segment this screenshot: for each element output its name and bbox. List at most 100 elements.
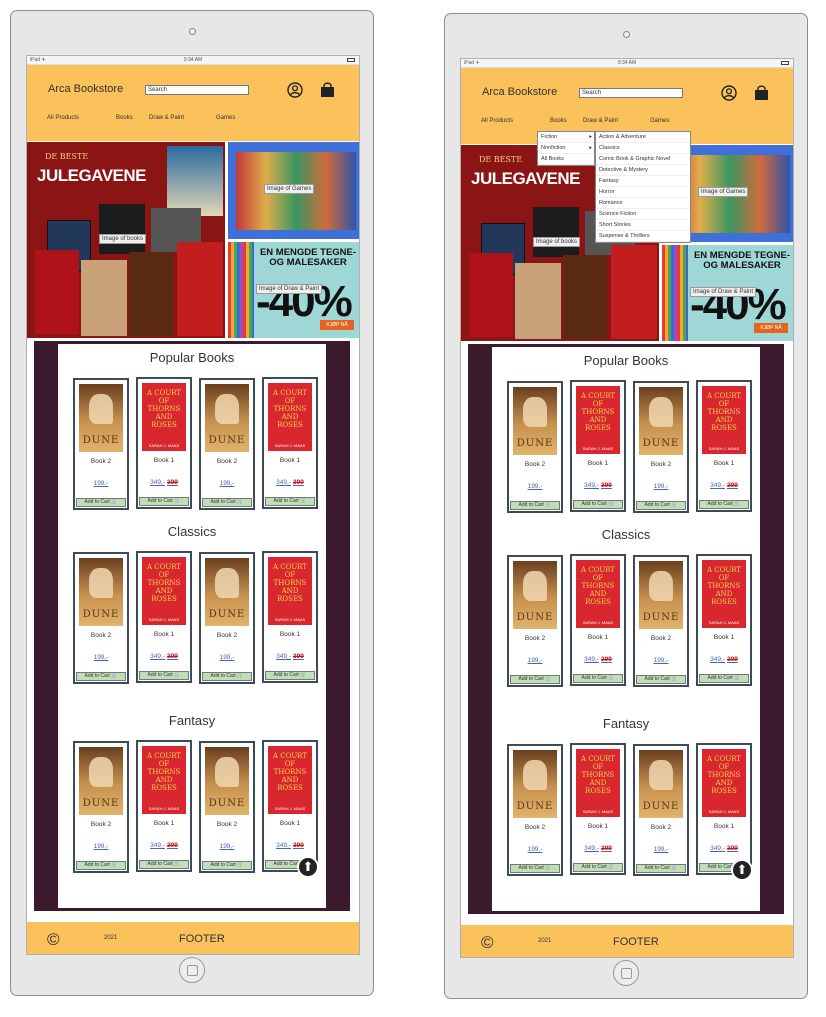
product-card[interactable]: DUNE Book 2 199,- Add to Cart 🛒 bbox=[507, 744, 563, 876]
dropdown-item[interactable]: Nonfiction ▸ bbox=[538, 143, 594, 154]
books-banner[interactable]: DE BESTE JULEGAVENE Image of books bbox=[27, 142, 225, 338]
book-cover[interactable]: DUNE bbox=[513, 387, 557, 455]
shopping-bag-icon[interactable] bbox=[319, 81, 336, 98]
submenu-item[interactable]: Science Fiction bbox=[596, 209, 690, 220]
submenu-item[interactable]: Romance bbox=[596, 198, 690, 209]
user-account-icon[interactable] bbox=[721, 85, 737, 101]
add-to-cart-button[interactable]: Add to Cart 🛒 bbox=[139, 497, 189, 506]
add-to-cart-button[interactable]: Add to Cart 🛒 bbox=[510, 864, 560, 873]
submenu-item[interactable]: Action & Adventure bbox=[596, 132, 690, 143]
book-cover[interactable]: DUNE bbox=[205, 384, 249, 452]
nav-games[interactable]: Games bbox=[216, 115, 235, 121]
product-card[interactable]: DUNE Book 2 199,- Add to Cart 🛒 bbox=[633, 555, 689, 687]
product-card[interactable]: DUNE Book 2 199,- Add to Cart 🛒 bbox=[199, 741, 255, 873]
submenu-item[interactable]: Horror bbox=[596, 187, 690, 198]
submenu-item[interactable]: Short Stories bbox=[596, 220, 690, 231]
product-card[interactable]: DUNE Book 2 199,- Add to Cart 🛒 bbox=[199, 552, 255, 684]
book-cover[interactable]: A COURT OF THORNS AND ROSES SARAH J. MAAS bbox=[702, 386, 746, 454]
search-input[interactable]: Search bbox=[145, 85, 249, 95]
nav-games[interactable]: Games bbox=[650, 118, 669, 124]
nav-books[interactable]: Books bbox=[550, 118, 567, 124]
product-card[interactable]: A COURT OF THORNS AND ROSES SARAH J. MAAS… bbox=[136, 377, 192, 509]
nav-draw-paint[interactable]: Draw & Paint bbox=[583, 118, 618, 124]
search-input[interactable]: Search bbox=[579, 88, 683, 98]
games-banner[interactable]: Image of Games bbox=[228, 142, 359, 239]
book-cover[interactable]: DUNE bbox=[513, 561, 557, 629]
product-card[interactable]: DUNE Book 2 199,- Add to Cart 🛒 bbox=[73, 378, 129, 510]
book-cover[interactable]: A COURT OF THORNS AND ROSES SARAH J. MAAS bbox=[142, 557, 186, 625]
product-card[interactable]: DUNE Book 2 199,- Add to Cart 🛒 bbox=[199, 378, 255, 510]
book-cover[interactable]: A COURT OF THORNS AND ROSES SARAH J. MAAS bbox=[142, 746, 186, 814]
product-card[interactable]: A COURT OF THORNS AND ROSES SARAH J. MAAS… bbox=[262, 740, 318, 872]
book-cover[interactable]: A COURT OF THORNS AND ROSES SARAH J. MAAS bbox=[576, 749, 620, 817]
add-to-cart-button[interactable]: Add to Cart 🛒 bbox=[636, 864, 686, 873]
book-cover[interactable]: A COURT OF THORNS AND ROSES SARAH J. MAAS bbox=[268, 557, 312, 625]
nav-books[interactable]: Books bbox=[116, 115, 133, 121]
book-cover[interactable]: A COURT OF THORNS AND ROSES SARAH J. MAAS bbox=[576, 386, 620, 454]
nav-draw-paint[interactable]: Draw & Paint bbox=[149, 115, 184, 121]
book-cover[interactable]: DUNE bbox=[639, 387, 683, 455]
product-card[interactable]: DUNE Book 2 199,- Add to Cart 🛒 bbox=[507, 555, 563, 687]
product-card[interactable]: DUNE Book 2 199,- Add to Cart 🛒 bbox=[73, 741, 129, 873]
product-card[interactable]: A COURT OF THORNS AND ROSES SARAH J. MAAS… bbox=[696, 554, 752, 686]
book-cover[interactable]: DUNE bbox=[79, 558, 123, 626]
book-cover[interactable]: DUNE bbox=[639, 561, 683, 629]
book-cover[interactable]: DUNE bbox=[205, 558, 249, 626]
product-card[interactable]: A COURT OF THORNS AND ROSES SARAH J. MAAS… bbox=[136, 740, 192, 872]
product-card[interactable]: A COURT OF THORNS AND ROSES SARAH J. MAAS… bbox=[262, 551, 318, 683]
submenu-item[interactable]: Classics bbox=[596, 143, 690, 154]
buy-now-button[interactable]: KJØP NÅ bbox=[754, 323, 788, 333]
add-to-cart-button[interactable]: Add to Cart 🛒 bbox=[573, 674, 623, 683]
book-cover[interactable]: A COURT OF THORNS AND ROSES SARAH J. MAAS bbox=[702, 560, 746, 628]
add-to-cart-button[interactable]: Add to Cart 🛒 bbox=[510, 501, 560, 510]
add-to-cart-button[interactable]: Add to Cart 🛒 bbox=[636, 501, 686, 510]
book-cover[interactable]: A COURT OF THORNS AND ROSES SARAH J. MAAS bbox=[268, 383, 312, 451]
book-cover[interactable]: DUNE bbox=[513, 750, 557, 818]
product-card[interactable]: A COURT OF THORNS AND ROSES SARAH J. MAAS… bbox=[262, 377, 318, 509]
product-card[interactable]: A COURT OF THORNS AND ROSES SARAH J. MAAS… bbox=[570, 380, 626, 512]
add-to-cart-button[interactable]: Add to Cart 🛒 bbox=[202, 672, 252, 681]
add-to-cart-button[interactable]: Add to Cart 🛒 bbox=[699, 500, 749, 509]
add-to-cart-button[interactable]: Add to Cart 🛒 bbox=[202, 498, 252, 507]
dropdown-item[interactable]: Fiction ▸ bbox=[538, 132, 594, 143]
draw-paint-banner[interactable]: EN MENGDE TEGNE- OG MALESAKER -40% KJØP … bbox=[662, 245, 793, 341]
user-account-icon[interactable] bbox=[287, 82, 303, 98]
submenu-item[interactable]: Suspense & Thrillers bbox=[596, 231, 690, 242]
add-to-cart-button[interactable]: Add to Cart 🛒 bbox=[139, 671, 189, 680]
add-to-cart-button[interactable]: Add to Cart 🛒 bbox=[265, 671, 315, 680]
add-to-cart-button[interactable]: Add to Cart 🛒 bbox=[573, 500, 623, 509]
submenu-item[interactable]: Comic Book & Graphic Novel bbox=[596, 154, 690, 165]
buy-now-button[interactable]: KJØP NÅ bbox=[320, 320, 354, 330]
add-to-cart-button[interactable]: Add to Cart 🛒 bbox=[265, 497, 315, 506]
product-card[interactable]: A COURT OF THORNS AND ROSES SARAH J. MAAS… bbox=[696, 743, 752, 875]
add-to-cart-button[interactable]: Add to Cart 🛒 bbox=[202, 861, 252, 870]
product-card[interactable]: DUNE Book 2 199,- Add to Cart 🛒 bbox=[73, 552, 129, 684]
add-to-cart-button[interactable]: Add to Cart 🛒 bbox=[76, 861, 126, 870]
book-cover[interactable]: DUNE bbox=[79, 384, 123, 452]
add-to-cart-button[interactable]: Add to Cart 🛒 bbox=[76, 672, 126, 681]
book-cover[interactable]: DUNE bbox=[205, 747, 249, 815]
nav-all-products[interactable]: All Products bbox=[481, 118, 513, 124]
product-card[interactable]: DUNE Book 2 199,- Add to Cart 🛒 bbox=[633, 744, 689, 876]
add-to-cart-button[interactable]: Add to Cart 🛒 bbox=[636, 675, 686, 684]
scroll-to-top-button[interactable]: ⬆ bbox=[731, 859, 753, 881]
draw-paint-banner[interactable]: EN MENGDE TEGNE- OG MALESAKER -40% KJØP … bbox=[228, 242, 359, 338]
add-to-cart-button[interactable]: Add to Cart 🛒 bbox=[139, 860, 189, 869]
book-cover[interactable]: A COURT OF THORNS AND ROSES SARAH J. MAAS bbox=[142, 383, 186, 451]
book-cover[interactable]: A COURT OF THORNS AND ROSES SARAH J. MAAS bbox=[702, 749, 746, 817]
book-cover[interactable]: A COURT OF THORNS AND ROSES SARAH J. MAAS bbox=[576, 560, 620, 628]
home-button[interactable] bbox=[613, 960, 639, 986]
product-card[interactable]: DUNE Book 2 199,- Add to Cart 🛒 bbox=[507, 381, 563, 513]
add-to-cart-button[interactable]: Add to Cart 🛒 bbox=[573, 863, 623, 872]
home-button[interactable] bbox=[179, 957, 205, 983]
book-cover[interactable]: DUNE bbox=[79, 747, 123, 815]
add-to-cart-button[interactable]: Add to Cart 🛒 bbox=[76, 498, 126, 507]
add-to-cart-button[interactable]: Add to Cart 🛒 bbox=[510, 675, 560, 684]
product-card[interactable]: A COURT OF THORNS AND ROSES SARAH J. MAAS… bbox=[570, 554, 626, 686]
product-card[interactable]: A COURT OF THORNS AND ROSES SARAH J. MAAS… bbox=[570, 743, 626, 875]
submenu-item[interactable]: Fantasy bbox=[596, 176, 690, 187]
book-cover[interactable]: DUNE bbox=[639, 750, 683, 818]
add-to-cart-button[interactable]: Add to Cart 🛒 bbox=[699, 674, 749, 683]
scroll-to-top-button[interactable]: ⬆ bbox=[297, 856, 319, 878]
product-card[interactable]: A COURT OF THORNS AND ROSES SARAH J. MAAS… bbox=[696, 380, 752, 512]
